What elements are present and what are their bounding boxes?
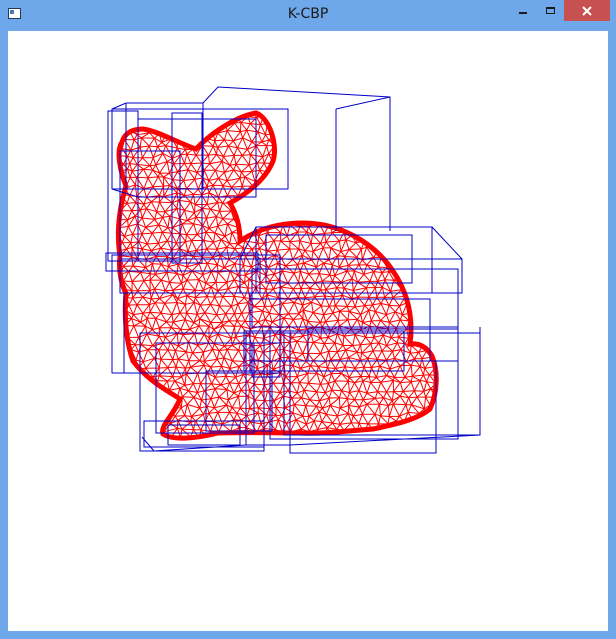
maximize-icon — [545, 7, 555, 14]
maximize-button[interactable] — [537, 0, 563, 21]
minimize-icon — [519, 11, 527, 14]
minimize-button[interactable] — [510, 0, 536, 21]
close-icon — [582, 5, 592, 16]
app-window: K-CBP — [0, 0, 616, 639]
scene-view — [105, 86, 481, 454]
close-button[interactable] — [564, 0, 610, 21]
render-canvas[interactable] — [8, 31, 608, 631]
title-bar[interactable]: K-CBP — [0, 0, 616, 31]
